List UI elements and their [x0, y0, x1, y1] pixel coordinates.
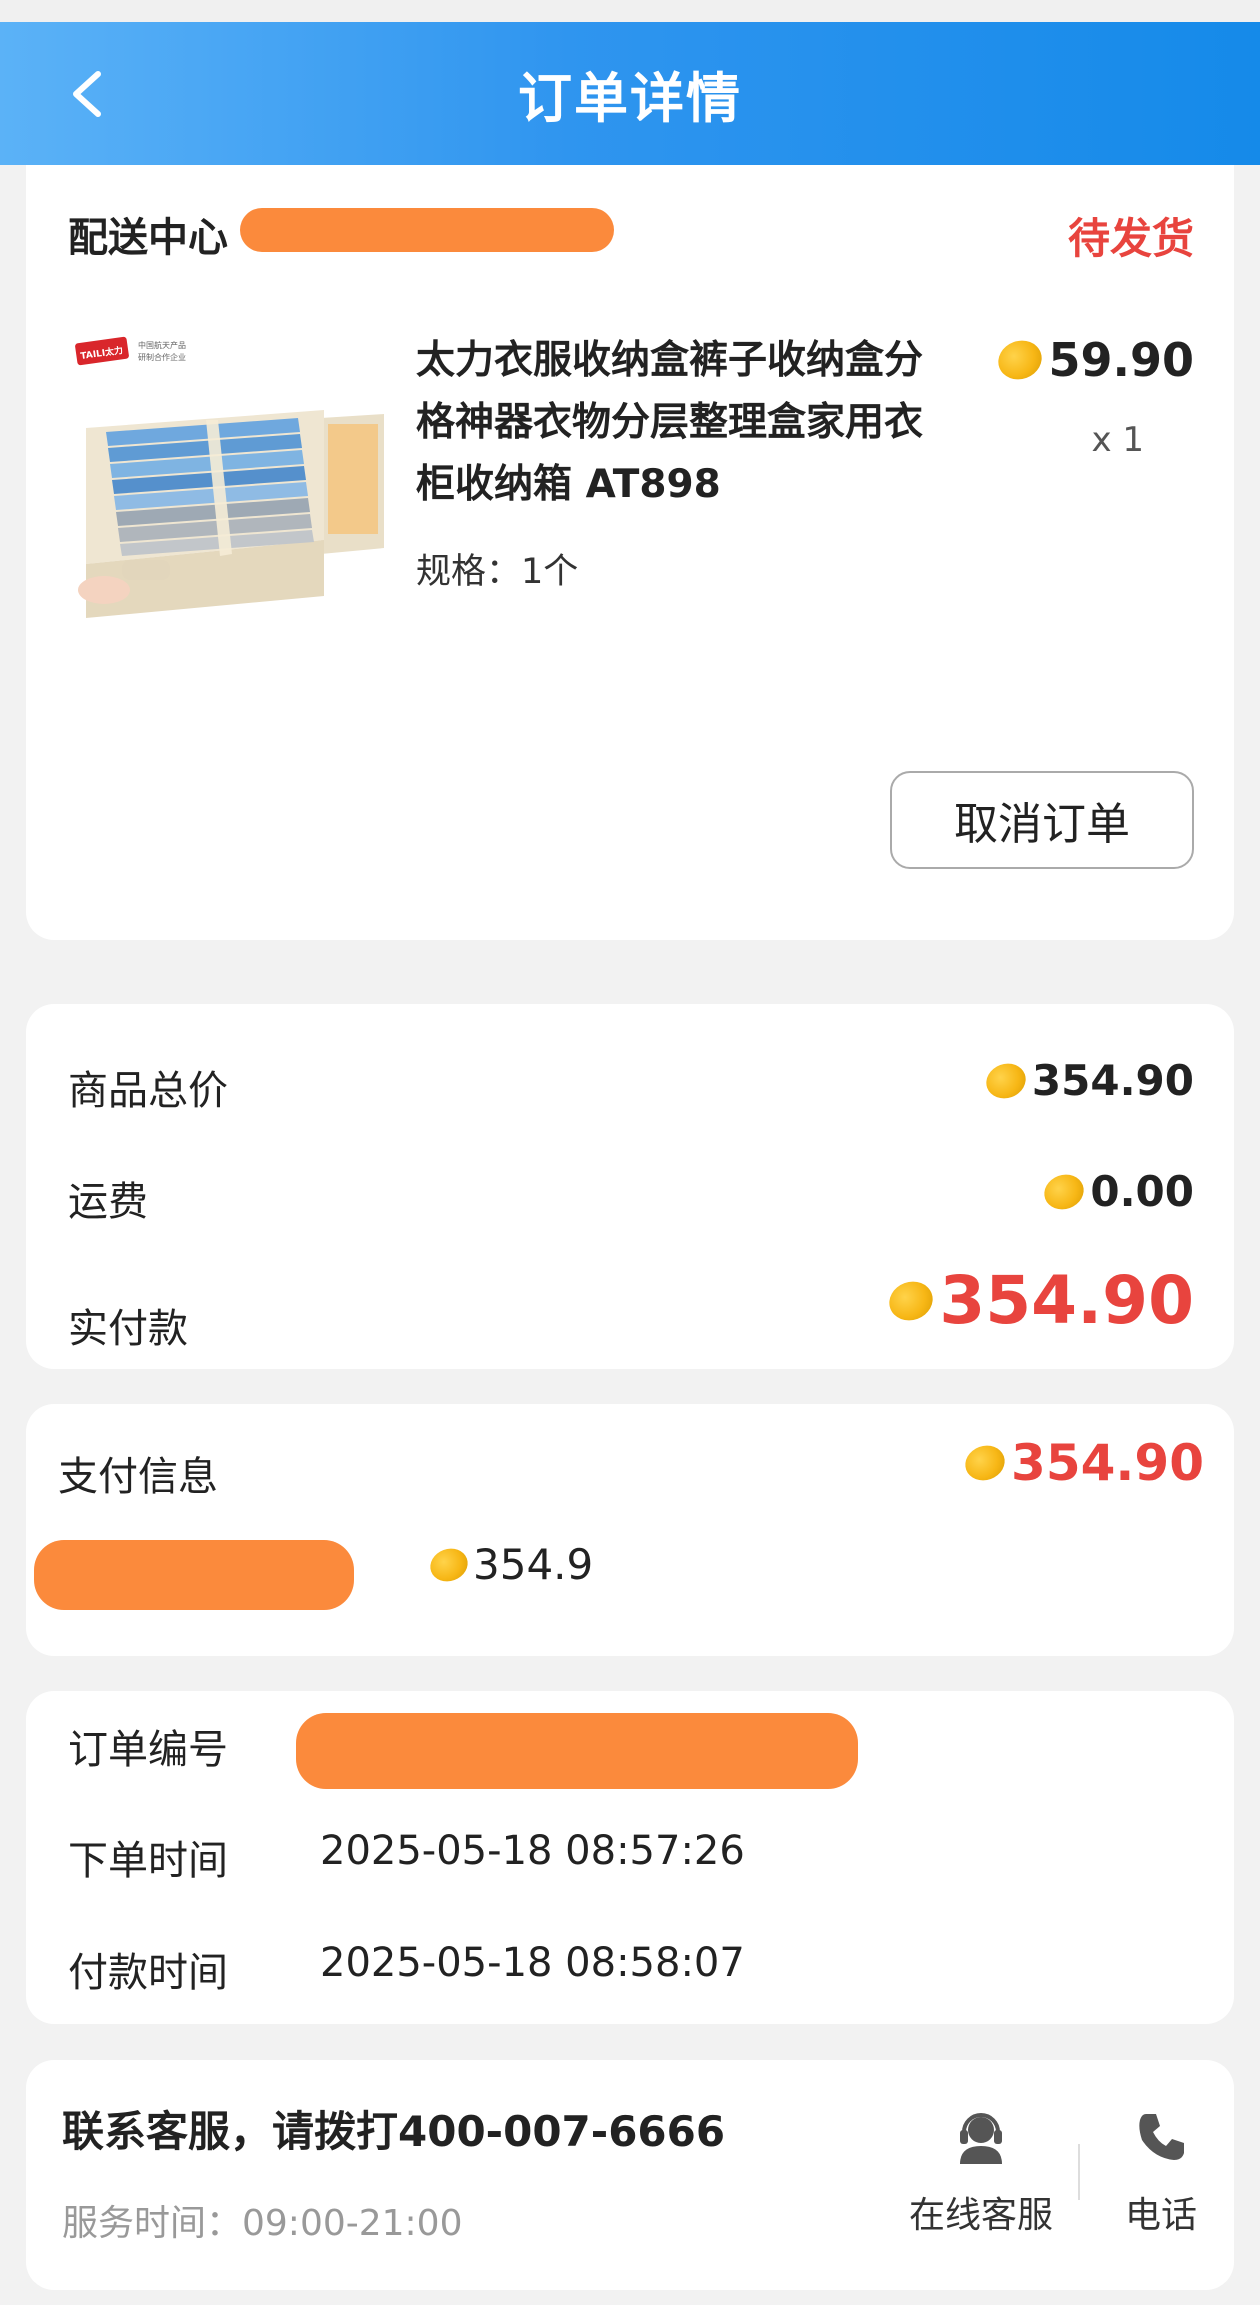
product-spec: 规格：1个 [416, 552, 579, 592]
redaction-mark [240, 208, 614, 252]
brand-tagline-1: 中国航天产品 [138, 340, 186, 350]
paid-amount: 354.90 [939, 1262, 1194, 1339]
paid-label: 实付款 [68, 1306, 188, 1352]
product-title-line: 柜收纳箱 AT898 [416, 462, 721, 507]
price-summary-card: 商品总价 354.90 运费 0.00 实付款 354.90 [26, 1004, 1234, 1369]
goods-total-label: 商品总价 [68, 1068, 228, 1114]
phone-button[interactable]: 电话 [1106, 2108, 1216, 2238]
product-price: 59.90 [993, 333, 1194, 387]
product-title-line: 太力衣服收纳盒裤子收纳盒分 [416, 338, 924, 383]
shipping-value: 0.00 [1039, 1167, 1194, 1216]
coin-icon [993, 334, 1048, 386]
status-bar [0, 0, 1260, 22]
payment-total-amount: 354.90 [1011, 1434, 1204, 1492]
coin-icon [981, 1057, 1031, 1104]
payment-method-amount-value: 354.9 [473, 1540, 594, 1589]
payment-info-card: 支付信息 354.90 354.9 [26, 1404, 1234, 1656]
coin-icon [425, 1542, 473, 1587]
paid-value: 354.90 [884, 1262, 1194, 1339]
brand-tagline-2: 研制合作企业 [138, 352, 186, 362]
created-time-value: 2025-05-18 08:57:26 [320, 1828, 745, 1874]
created-time-label: 下单时间 [68, 1838, 228, 1884]
shipping-label: 运费 [68, 1179, 148, 1225]
order-number-label: 订单编号 [68, 1727, 228, 1773]
customer-service-card: 联系客服，请拨打400-007-6666 服务时间：09:00-21:00 在线… [26, 2060, 1234, 2290]
product-title-line: 格神器衣物分层整理盒家用衣 [416, 400, 924, 445]
payment-method-amount: 354.9 [425, 1540, 594, 1589]
online-service-button[interactable]: 在线客服 [886, 2108, 1076, 2238]
redaction-mark [296, 1713, 858, 1789]
coin-icon [884, 1275, 939, 1326]
paid-time-label: 付款时间 [68, 1950, 228, 1996]
order-card: 配送中心 待发货 TAILI太力 中国航天产品 研制合作企业 太力衣服收纳盒裤子… [26, 165, 1234, 940]
online-service-label: 在线客服 [908, 2195, 1053, 2236]
coin-icon [960, 1440, 1010, 1486]
phone-label: 电话 [1124, 2195, 1197, 2236]
headset-icon [960, 2113, 1002, 2164]
page-title: 订单详情 [518, 67, 742, 130]
app-header: 订单详情 [0, 22, 1260, 165]
product-price-value: 59.90 [1048, 333, 1194, 387]
coin-icon [1039, 1168, 1089, 1215]
cancel-order-button[interactable]: 取消订单 [890, 771, 1194, 869]
product-title[interactable]: 太力衣服收纳盒裤子收纳盒分 格神器衣物分层整理盒家用衣 柜收纳箱 AT898 [416, 330, 1016, 516]
redaction-mark [34, 1540, 354, 1610]
goods-total-value: 354.90 [981, 1056, 1194, 1105]
back-button[interactable] [58, 64, 118, 124]
service-hours: 服务时间：09:00-21:00 [62, 2203, 463, 2244]
payment-info-title: 支付信息 [58, 1454, 218, 1500]
product-image[interactable]: TAILI太力 中国航天产品 研制合作企业 [66, 328, 384, 628]
order-info-card: 订单编号 下单时间 2025-05-18 08:57:26 付款时间 2025-… [26, 1691, 1234, 2024]
paid-time-value: 2025-05-18 08:58:07 [320, 1940, 745, 1986]
order-status: 待发货 [1067, 214, 1194, 263]
store-name: 配送中心 [68, 215, 228, 261]
shipping-amount: 0.00 [1090, 1167, 1194, 1216]
goods-total-amount: 354.90 [1031, 1056, 1194, 1105]
phone-icon [1139, 2114, 1184, 2160]
service-phone-text[interactable]: 联系客服，请拨打400-007-6666 [62, 2098, 725, 2159]
divider [1078, 2144, 1080, 2200]
payment-total: 354.90 [960, 1434, 1204, 1492]
chevron-left-icon [73, 71, 101, 117]
product-quantity: x 1 [1091, 420, 1144, 460]
